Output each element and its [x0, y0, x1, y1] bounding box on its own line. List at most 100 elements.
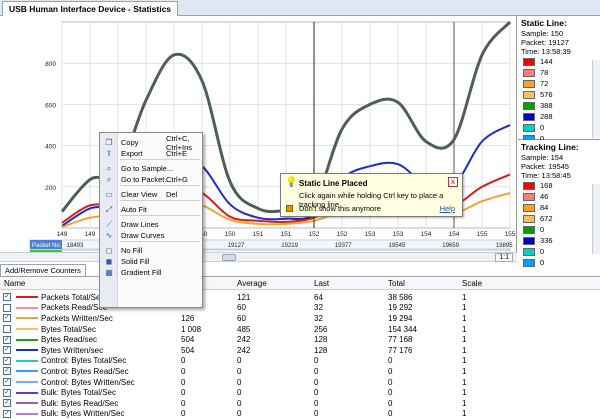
color-swatch [523, 181, 535, 190]
zoom-level[interactable]: 1:1 [495, 253, 513, 262]
x-tick-label: 153 [365, 231, 376, 238]
table-row[interactable]: ✓ Control: Bytes Written/Sec 0 0 0 0 1 [0, 377, 600, 388]
checkbox-checked[interactable]: ✓ [3, 314, 11, 323]
x-tick-label: 152 [309, 231, 320, 238]
x-tick-label: 154 [449, 231, 460, 238]
table-row[interactable]: ✓ Bytes Written/sec 504 242 128 77 176 1 [0, 345, 600, 356]
x-tick-label: 150 [225, 231, 236, 238]
checkbox-checked[interactable]: ✓ [3, 367, 11, 376]
table-row[interactable]: ✓ Packets Written/Sec 126 60 32 19 294 1 [0, 313, 600, 324]
table-row[interactable]: ✓ Control: Bytes Read/Sec 0 0 0 0 1 [0, 366, 600, 377]
checkbox-checked[interactable]: ✓ [3, 356, 11, 365]
checkbox-unchecked[interactable] [3, 325, 11, 334]
cell-v1: 0 [181, 409, 186, 419]
cell-average: 121 [237, 292, 251, 302]
col-last[interactable]: Last [314, 279, 329, 288]
col-average[interactable]: Average [237, 279, 267, 288]
cell-v1: 504 [181, 345, 195, 355]
color-swatch [523, 112, 535, 121]
cell-scale: 1 [462, 356, 467, 366]
col-scale[interactable]: Scale [462, 279, 482, 288]
menu-item-shortcut: Ctrl+E [166, 149, 188, 158]
checkbox-checked[interactable]: ✓ [3, 378, 11, 387]
legend-row: 144 [523, 56, 600, 67]
y-tick-label: 600 [45, 102, 56, 109]
cell-last: 0 [314, 356, 319, 366]
table-row[interactable]: ✓ Bulk: Bytes Written/Sec 0 0 0 0 1 [0, 409, 600, 419]
x-tick-label: 153 [393, 231, 404, 238]
table-row[interactable]: ✓ Bulk: Bytes Total/Sec 0 0 0 0 1 [0, 387, 600, 398]
checkbox-checked[interactable]: ✓ [3, 293, 11, 302]
x-tick-label: 152 [337, 231, 348, 238]
color-swatch [523, 203, 535, 212]
static-legend-scrollbar[interactable] [592, 60, 600, 138]
no-fill-icon: ◻ [105, 245, 113, 255]
goto-sample-icon: ⌕ [106, 163, 112, 173]
menu-item-label: Clear View [121, 190, 158, 199]
cell-v1: 0 [181, 388, 186, 398]
static-line-title: Static Line: [521, 18, 567, 28]
menu-item-label: Go to Sample... [121, 164, 174, 173]
checkbox-checked[interactable]: ✓ [3, 346, 11, 355]
cell-total: 154 344 [388, 324, 417, 334]
series-color-line [16, 317, 38, 320]
add-remove-counters-tab[interactable]: Add/Remove Counters [0, 264, 86, 276]
checkbox-checked[interactable]: ✓ [3, 399, 11, 408]
packet-label: Packet No. [32, 243, 62, 249]
chart-horizontal-scrollbar[interactable]: 1:1 [0, 252, 517, 262]
cell-scale: 1 [462, 409, 467, 419]
color-swatch [523, 214, 535, 223]
tracking-legend-scrollbar[interactable] [592, 184, 600, 254]
close-icon[interactable]: x [448, 177, 458, 187]
checkbox-checked[interactable]: ✓ [3, 335, 11, 344]
cell-name: Bytes Total/Sec [41, 324, 96, 334]
menu-item-label: Draw Lines [121, 220, 159, 229]
cell-name: Packets Written/Sec [41, 313, 113, 323]
legend-row: 0 [523, 246, 600, 257]
legend-row: 672 [523, 213, 600, 224]
table-row[interactable]: Packets Read/Sec 60 32 19 292 1 [0, 303, 600, 314]
col-total[interactable]: Total [388, 279, 405, 288]
export-icon: ⇪ [105, 148, 113, 158]
series-color-line [16, 391, 38, 394]
scroll-thumb[interactable] [222, 254, 236, 261]
table-row[interactable]: ✓ Packets Total/Sec 121 64 38 586 1 [0, 292, 600, 303]
legend-value: 168 [540, 181, 553, 190]
legend-row: 84 [523, 202, 600, 213]
table-row[interactable]: ✓ Bulk: Bytes Read/Sec 0 0 0 0 1 [0, 398, 600, 409]
menu-item-gradient-fill[interactable]: ▦ Gradient Fill [100, 266, 202, 279]
legend-value: 144 [540, 57, 553, 66]
checkbox-checked[interactable]: ✓ [3, 388, 11, 397]
clear-view-icon: ▭ [105, 189, 113, 199]
table-row[interactable]: ✓ Control: Bytes Total/Sec 0 0 0 0 1 [0, 356, 600, 367]
menu-item-label: Export [121, 149, 143, 158]
dont-show-label[interactable]: Don't show this anymore [299, 204, 381, 213]
auto-fit-icon: ⤢ [105, 204, 113, 214]
series-color-line [16, 328, 38, 331]
static-line-legend: Static Line: Sample: 150 Packet: 19127 T… [518, 16, 600, 143]
cell-scale: 1 [462, 292, 467, 302]
cell-scale: 1 [462, 398, 467, 408]
legend-row: 0 [523, 122, 600, 133]
cell-name: Bytes Written/sec [41, 345, 104, 355]
tooltip-title: Static Line Placed [299, 179, 368, 188]
cell-average: 60 [237, 313, 246, 323]
tab-statistics[interactable]: USB Human Interface Device - Statistics [2, 1, 179, 16]
cell-total: 77 168 [388, 335, 413, 345]
help-link[interactable]: Help [440, 204, 455, 213]
cell-scale: 1 [462, 303, 467, 313]
legend-value: 0 [540, 247, 545, 256]
checkbox-unchecked[interactable] [3, 303, 11, 312]
table-row[interactable]: ✓ Bytes Read/sec 504 242 128 77 168 1 [0, 334, 600, 345]
cell-total: 38 586 [388, 292, 413, 302]
static-packet: Packet: 19127 [521, 38, 569, 47]
cell-v1: 126 [181, 313, 195, 323]
col-name[interactable]: Name [4, 279, 25, 288]
tracking-time: Time: 13:58:45 [521, 171, 571, 180]
cell-average: 0 [237, 398, 242, 408]
dont-show-checkbox[interactable] [286, 205, 293, 212]
table-row[interactable]: Bytes Total/Sec 1 008 485 256 154 344 1 [0, 324, 600, 335]
counters-grid-header: Name Average Last Total Scale [0, 276, 600, 290]
checkbox-checked[interactable]: ✓ [3, 409, 11, 418]
menu-item-label: Gradient Fill [121, 268, 162, 277]
